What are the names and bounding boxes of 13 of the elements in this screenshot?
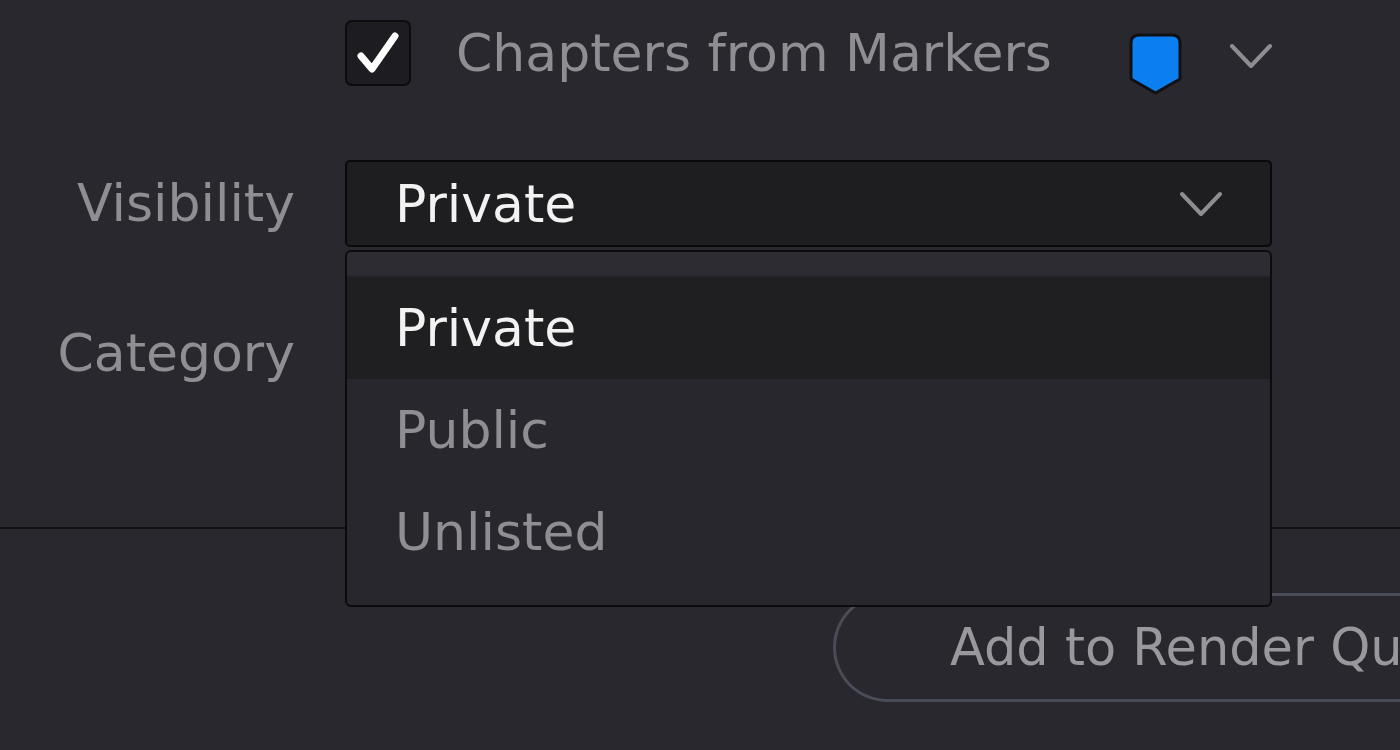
marker-icon[interactable] (1129, 33, 1182, 95)
checkbox[interactable] (345, 20, 411, 86)
add-button[interactable]: Add to Render Qu (833, 593, 1400, 702)
field-label: Category (57, 322, 295, 385)
checkmark-icon (355, 30, 401, 76)
chevron-down-icon[interactable] (1180, 190, 1222, 217)
menu-option[interactable]: Public (347, 379, 1270, 481)
chevron-down-icon[interactable] (1230, 43, 1272, 69)
dropdown-field[interactable]: Private (345, 160, 1272, 247)
field-label: Visibility (77, 172, 295, 235)
menu-option[interactable]: Private (347, 277, 1270, 379)
checkbox-label: Chapters from Markers (456, 21, 1052, 85)
menu-option[interactable]: Unlisted (347, 481, 1270, 583)
